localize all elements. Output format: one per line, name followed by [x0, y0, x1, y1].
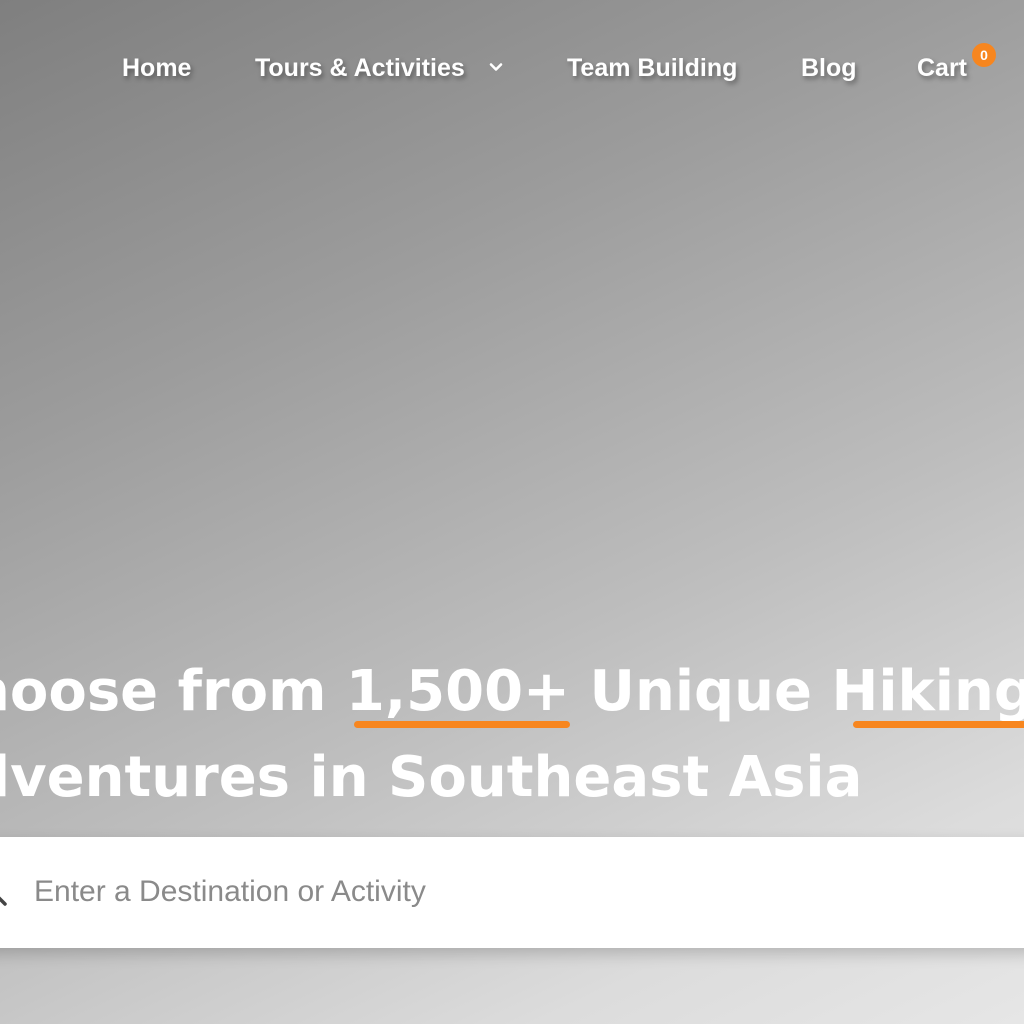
- main-nav: Home Tours & Activities Team Building Bl…: [0, 0, 1024, 136]
- hero-highlight-word: Hiking: [831, 659, 1024, 728]
- nav-item-team-building[interactable]: Team Building: [567, 52, 737, 84]
- nav-item-tours-activities[interactable]: Tours & Activities: [255, 52, 465, 84]
- accent-underline: [353, 721, 570, 728]
- nav-item-home[interactable]: Home: [122, 52, 191, 84]
- cart-count-badge: 0: [972, 43, 996, 67]
- hero-word-text: Hiking: [831, 659, 1024, 724]
- nav-item-cart[interactable]: Cart: [917, 52, 967, 84]
- search-bar: [0, 837, 1024, 948]
- nav-item-blog[interactable]: Blog: [801, 52, 857, 84]
- search-input[interactable]: [34, 867, 934, 917]
- hero-heading-prefix: hoose from: [0, 659, 346, 724]
- hero-heading-line-2: dventures in Southeast Asia: [0, 745, 863, 810]
- accent-underline: [853, 721, 1024, 728]
- hero-heading-middle: Unique: [569, 659, 832, 724]
- hero-number-text: 1,500+: [345, 659, 570, 724]
- hero-highlight-number: 1,500+: [345, 659, 570, 728]
- hero-heading-line-1: hoose from 1,500+ Unique Hiking: [0, 659, 1024, 728]
- search-icon[interactable]: [0, 879, 10, 909]
- chevron-down-icon[interactable]: [488, 59, 504, 75]
